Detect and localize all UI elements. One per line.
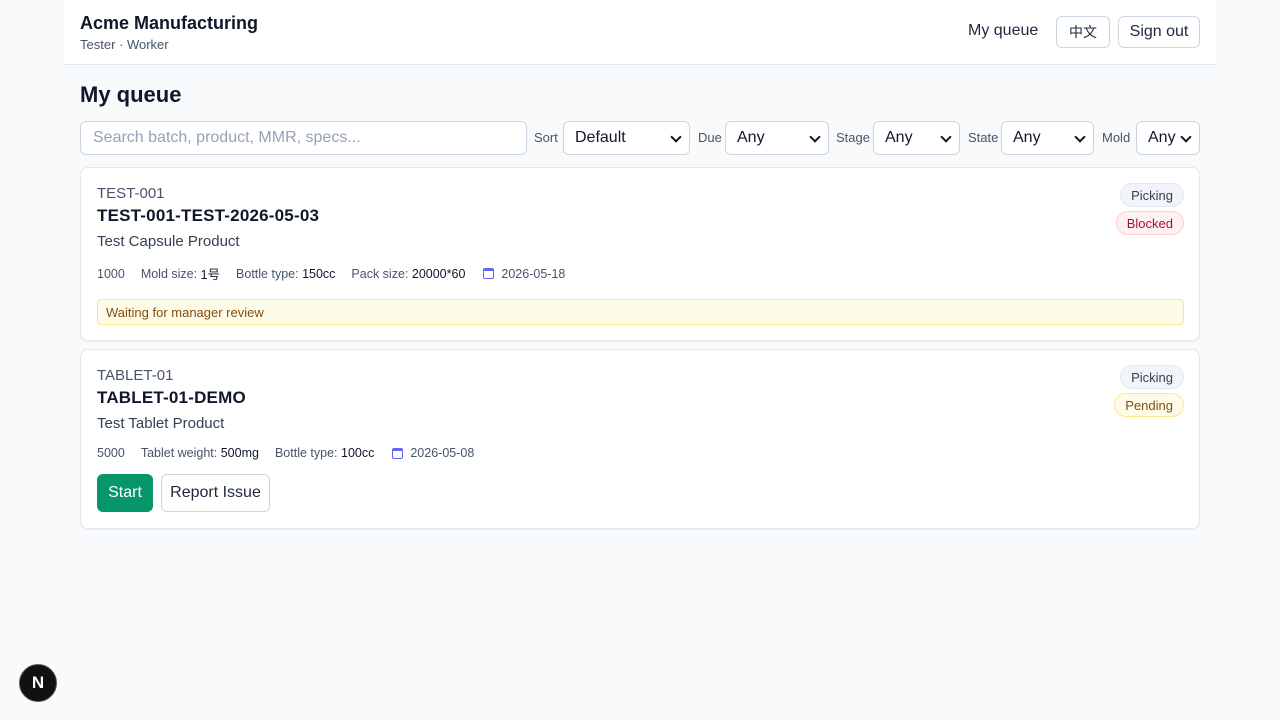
- stage-badge: Picking: [1120, 365, 1184, 389]
- sort-label: Sort: [534, 130, 558, 145]
- product-code: TABLET-01: [97, 367, 174, 384]
- sort-select[interactable]: Default: [563, 121, 690, 155]
- stage-label: Stage: [836, 130, 870, 145]
- chevron-down-icon: [1181, 133, 1191, 143]
- user-role-line: Tester · Worker: [80, 37, 169, 52]
- state-select-value: Any: [1013, 129, 1041, 146]
- spec-tablet-weight: Tablet weight: 500mg: [141, 446, 259, 460]
- sign-out-button[interactable]: Sign out: [1118, 16, 1200, 48]
- state-select[interactable]: Any: [1001, 121, 1094, 155]
- spec-value: 100cc: [341, 446, 375, 460]
- spec-label: Bottle type:: [236, 266, 299, 281]
- spec-label: Pack size:: [351, 266, 409, 281]
- page-title: My queue: [80, 82, 182, 107]
- due-select[interactable]: Any: [725, 121, 829, 155]
- calendar-icon: [392, 447, 404, 459]
- product-code: TEST-001: [97, 185, 165, 202]
- state-label: State: [968, 130, 999, 145]
- chevron-down-icon: [810, 133, 820, 143]
- spec-value: 1号: [200, 268, 221, 282]
- nav-my-queue-link[interactable]: My queue: [968, 22, 1038, 40]
- search-input[interactable]: [80, 121, 527, 155]
- spec-label: Mold size:: [140, 266, 198, 281]
- spec-mold-size: Mold size: 1号: [141, 264, 220, 283]
- status-badge: Blocked: [1115, 211, 1184, 235]
- due-select-value: Any: [737, 129, 765, 146]
- batch-number: TABLET-01-DEMO: [97, 388, 246, 407]
- card-meta: 1000 Mold size: 1号 Bottle type: 150cc Pa…: [97, 264, 581, 283]
- due-date-text: 2026-05-08: [410, 446, 475, 460]
- spec-label: Bottle type:: [274, 446, 338, 460]
- chevron-down-icon: [1075, 133, 1085, 143]
- product-name: Test Tablet Product: [97, 415, 225, 432]
- batch-number: TEST-001-TEST-2026-05-03: [97, 206, 320, 225]
- spec-bottle-type: Bottle type: 100cc: [275, 446, 374, 460]
- mold-select-value: Any: [1148, 129, 1176, 146]
- spec-bottle-type: Bottle type: 150cc: [236, 267, 335, 281]
- spec-value: 500mg: [220, 446, 259, 460]
- card-meta: 5000 Tablet weight: 500mg Bottle type: 1…: [97, 446, 490, 460]
- chevron-down-icon: [941, 133, 951, 143]
- start-button[interactable]: Start: [97, 474, 153, 512]
- sort-select-value: Default: [575, 129, 626, 146]
- due-date: 2026-05-08: [390, 446, 474, 460]
- product-name: Test Capsule Product: [97, 233, 240, 250]
- calendar-icon: [483, 268, 495, 279]
- queue-card[interactable]: TABLET-01 TABLET-01-DEMO Test Tablet Pro…: [80, 349, 1200, 529]
- spec-pack-size: Pack size: 20000*60: [351, 267, 465, 281]
- due-date: 2026-05-18: [481, 267, 565, 281]
- mold-label: Mold: [1102, 130, 1131, 145]
- spec-value: 20000*60: [411, 266, 466, 281]
- blocked-notice: Waiting for manager review: [97, 299, 1184, 325]
- company-name: Acme Manufacturing: [80, 13, 259, 33]
- app-header: Acme Manufacturing Tester · Worker My qu…: [64, 0, 1216, 65]
- quantity: 5000: [97, 446, 125, 460]
- chevron-down-icon: [671, 133, 681, 143]
- stage-select-value: Any: [885, 129, 913, 146]
- devtools-button[interactable]: N: [19, 664, 57, 702]
- queue-card[interactable]: TEST-001 TEST-001-TEST-2026-05-03 Test C…: [80, 167, 1200, 341]
- spec-label: Tablet weight:: [140, 446, 218, 460]
- quantity: 1000: [97, 266, 125, 281]
- due-date-text: 2026-05-18: [501, 266, 566, 281]
- spec-value: 150cc: [302, 266, 336, 281]
- mold-select[interactable]: Any: [1136, 121, 1200, 155]
- language-toggle-button[interactable]: 中文: [1056, 16, 1110, 48]
- stage-select[interactable]: Any: [873, 121, 960, 155]
- due-label: Due: [698, 130, 722, 145]
- report-issue-button[interactable]: Report Issue: [161, 474, 270, 512]
- status-badge: Pending: [1114, 393, 1184, 417]
- stage-badge: Picking: [1120, 183, 1184, 207]
